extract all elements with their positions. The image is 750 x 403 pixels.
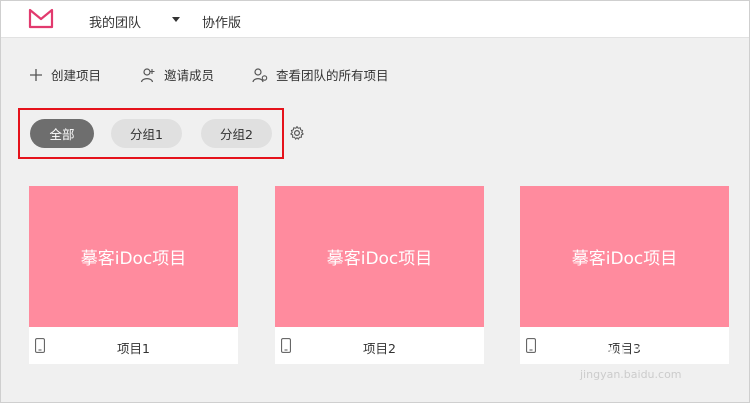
view-all-projects-button[interactable]: 查看团队的所有项目	[252, 65, 389, 84]
idoc-logo-icon[interactable]	[28, 7, 54, 29]
invite-member-button[interactable]: 邀请成员	[140, 65, 214, 84]
watermark-url-text: jingyan.baidu.com	[580, 368, 682, 381]
project-name: 项目1	[117, 341, 150, 356]
baidu-jingyan-watermark: Bai 经验 jingyan.baidu.com	[578, 328, 738, 388]
gear-icon[interactable]	[289, 125, 305, 141]
plus-icon	[30, 68, 42, 81]
create-project-button[interactable]: 创建项目	[29, 65, 101, 84]
project-toolbar: 创建项目 邀请成员 查看团队的所有项目	[1, 61, 749, 89]
filter-tab-all[interactable]: 全部	[30, 119, 94, 148]
project-cover: 摹客iDoc项目	[29, 186, 238, 327]
team-name[interactable]: 我的团队	[89, 12, 141, 31]
team-dropdown-caret-icon[interactable]	[172, 17, 180, 22]
watermark-main-text: Bai 经验	[578, 338, 692, 368]
top-bar: 我的团队 协作版	[1, 1, 749, 38]
project-card-footer: 项目1	[29, 327, 238, 364]
project-card-footer: 项目2	[275, 327, 484, 364]
plan-label: 协作版	[202, 16, 242, 31]
filter-tab-group2[interactable]: 分组2	[201, 119, 272, 148]
project-card[interactable]: 摹客iDoc项目 项目2	[275, 186, 484, 364]
project-cover: 摹客iDoc项目	[275, 186, 484, 327]
add-user-icon	[140, 67, 155, 82]
invite-member-label: 邀请成员	[164, 68, 215, 83]
view-all-projects-label: 查看团队的所有项目	[276, 68, 389, 83]
project-card[interactable]: 摹客iDoc项目 项目1	[29, 186, 238, 364]
filter-tab-group1[interactable]: 分组1	[111, 119, 182, 148]
project-cover: 摹客iDoc项目	[520, 186, 729, 327]
create-project-label: 创建项目	[51, 68, 102, 83]
project-name: 项目2	[363, 341, 396, 356]
team-projects-icon	[252, 67, 268, 82]
